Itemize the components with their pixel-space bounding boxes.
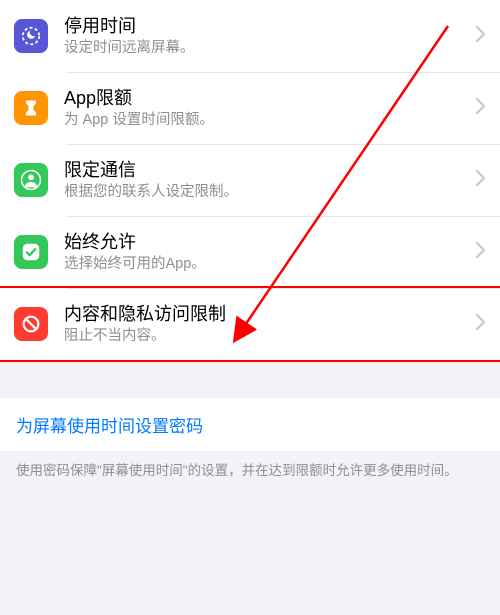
row-sub: 阻止不当内容。 <box>64 327 470 347</box>
row-title: 内容和隐私访问限制 <box>64 302 470 326</box>
chevron-right-icon <box>476 26 486 47</box>
row-title: App限额 <box>64 86 470 110</box>
row-sub: 设定时间远离屏幕。 <box>64 39 470 59</box>
chevron-right-icon <box>476 98 486 119</box>
checkmark-icon <box>14 235 48 269</box>
chevron-right-icon <box>476 314 486 335</box>
chevron-right-icon <box>476 170 486 191</box>
row-title: 限定通信 <box>64 158 470 182</box>
row-sub: 根据您的联系人设定限制。 <box>64 183 470 203</box>
row-title: 停用时间 <box>64 14 470 38</box>
row-communication-limits[interactable]: 限定通信 根据您的联系人设定限制。 <box>0 144 500 216</box>
section-gap <box>0 360 500 398</box>
row-app-limits[interactable]: App限额 为 App 设置时间限额。 <box>0 72 500 144</box>
row-sub: 选择始终可用的App。 <box>64 255 470 275</box>
settings-list: 停用时间 设定时间远离屏幕。 App限额 为 App 设置时间限额。 <box>0 0 500 360</box>
clock-moon-icon <box>14 19 48 53</box>
person-icon <box>14 163 48 197</box>
chevron-right-icon <box>476 242 486 263</box>
no-symbol-icon <box>14 307 48 341</box>
row-sub: 为 App 设置时间限额。 <box>64 111 470 131</box>
row-downtime[interactable]: 停用时间 设定时间远离屏幕。 <box>0 0 500 72</box>
footer-text: 使用密码保障"屏幕使用时间"的设置，并在达到限额时允许更多使用时间。 <box>0 451 500 481</box>
row-title: 始终允许 <box>64 230 470 254</box>
row-always-allowed[interactable]: 始终允许 选择始终可用的App。 <box>0 216 500 288</box>
hourglass-icon <box>14 91 48 125</box>
set-passcode-link[interactable]: 为屏幕使用时间设置密码 <box>0 398 500 451</box>
row-content-privacy[interactable]: 内容和隐私访问限制 阻止不当内容。 <box>0 288 500 360</box>
